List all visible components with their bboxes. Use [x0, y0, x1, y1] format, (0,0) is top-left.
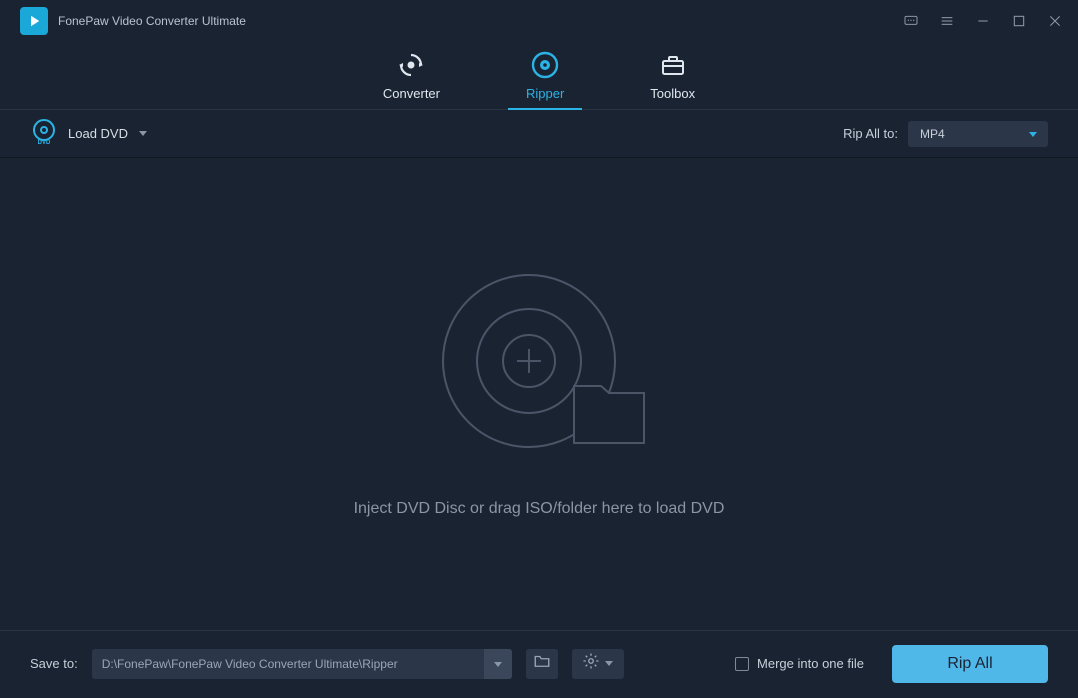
- nav-tabs: Converter Ripper Toolbox: [0, 41, 1078, 110]
- checkbox-icon: [735, 657, 749, 671]
- tab-ripper-label: Ripper: [526, 86, 564, 101]
- app-logo: [20, 7, 48, 35]
- tab-toolbox-label: Toolbox: [650, 86, 695, 101]
- settings-button[interactable]: [572, 649, 624, 679]
- rip-all-label: Rip All: [947, 655, 992, 673]
- save-path-select[interactable]: D:\FonePaw\FonePaw Video Converter Ultim…: [92, 649, 512, 679]
- drop-zone[interactable]: Inject DVD Disc or drag ISO/folder here …: [0, 158, 1078, 630]
- chevron-down-icon: [604, 655, 614, 673]
- drop-illustration: [429, 271, 649, 466]
- disc-icon: DVD: [30, 117, 58, 150]
- merge-checkbox[interactable]: Merge into one file: [735, 656, 864, 671]
- gear-icon: [582, 652, 600, 675]
- merge-label: Merge into one file: [757, 656, 864, 671]
- save-path-value: D:\FonePaw\FonePaw Video Converter Ultim…: [92, 657, 484, 671]
- minimize-icon[interactable]: [974, 12, 992, 30]
- maximize-icon[interactable]: [1010, 12, 1028, 30]
- tab-ripper[interactable]: Ripper: [514, 41, 576, 109]
- window-controls: [902, 12, 1064, 30]
- titlebar: FonePaw Video Converter Ultimate: [0, 0, 1078, 41]
- rip-format-select[interactable]: MP4: [908, 121, 1048, 147]
- folder-icon: [533, 652, 551, 675]
- close-icon[interactable]: [1046, 12, 1064, 30]
- toolbox-icon: [658, 50, 688, 80]
- rip-all-button[interactable]: Rip All: [892, 645, 1048, 683]
- bottom-bar: Save to: D:\FonePaw\FonePaw Video Conver…: [0, 630, 1078, 696]
- converter-icon: [396, 50, 426, 80]
- tab-converter-label: Converter: [383, 86, 440, 101]
- rip-format-value: MP4: [920, 127, 945, 141]
- tab-converter[interactable]: Converter: [371, 41, 452, 109]
- feedback-icon[interactable]: [902, 12, 920, 30]
- app-title: FonePaw Video Converter Ultimate: [58, 14, 902, 28]
- chevron-down-icon: [484, 649, 512, 679]
- chevron-down-icon: [1028, 128, 1038, 142]
- ripper-icon: [530, 50, 560, 80]
- menu-icon[interactable]: [938, 12, 956, 30]
- load-dvd-button[interactable]: DVD Load DVD: [30, 117, 148, 150]
- chevron-down-icon: [138, 125, 148, 143]
- tab-toolbox[interactable]: Toolbox: [638, 41, 707, 109]
- drop-hint-text: Inject DVD Disc or drag ISO/folder here …: [354, 500, 725, 518]
- svg-text:DVD: DVD: [38, 140, 51, 145]
- rip-all-to-label: Rip All to:: [843, 126, 898, 141]
- open-folder-button[interactable]: [526, 649, 558, 679]
- load-dvd-label: Load DVD: [68, 126, 128, 141]
- toolbar: DVD Load DVD Rip All to: MP4: [0, 110, 1078, 158]
- save-to-label: Save to:: [30, 656, 78, 671]
